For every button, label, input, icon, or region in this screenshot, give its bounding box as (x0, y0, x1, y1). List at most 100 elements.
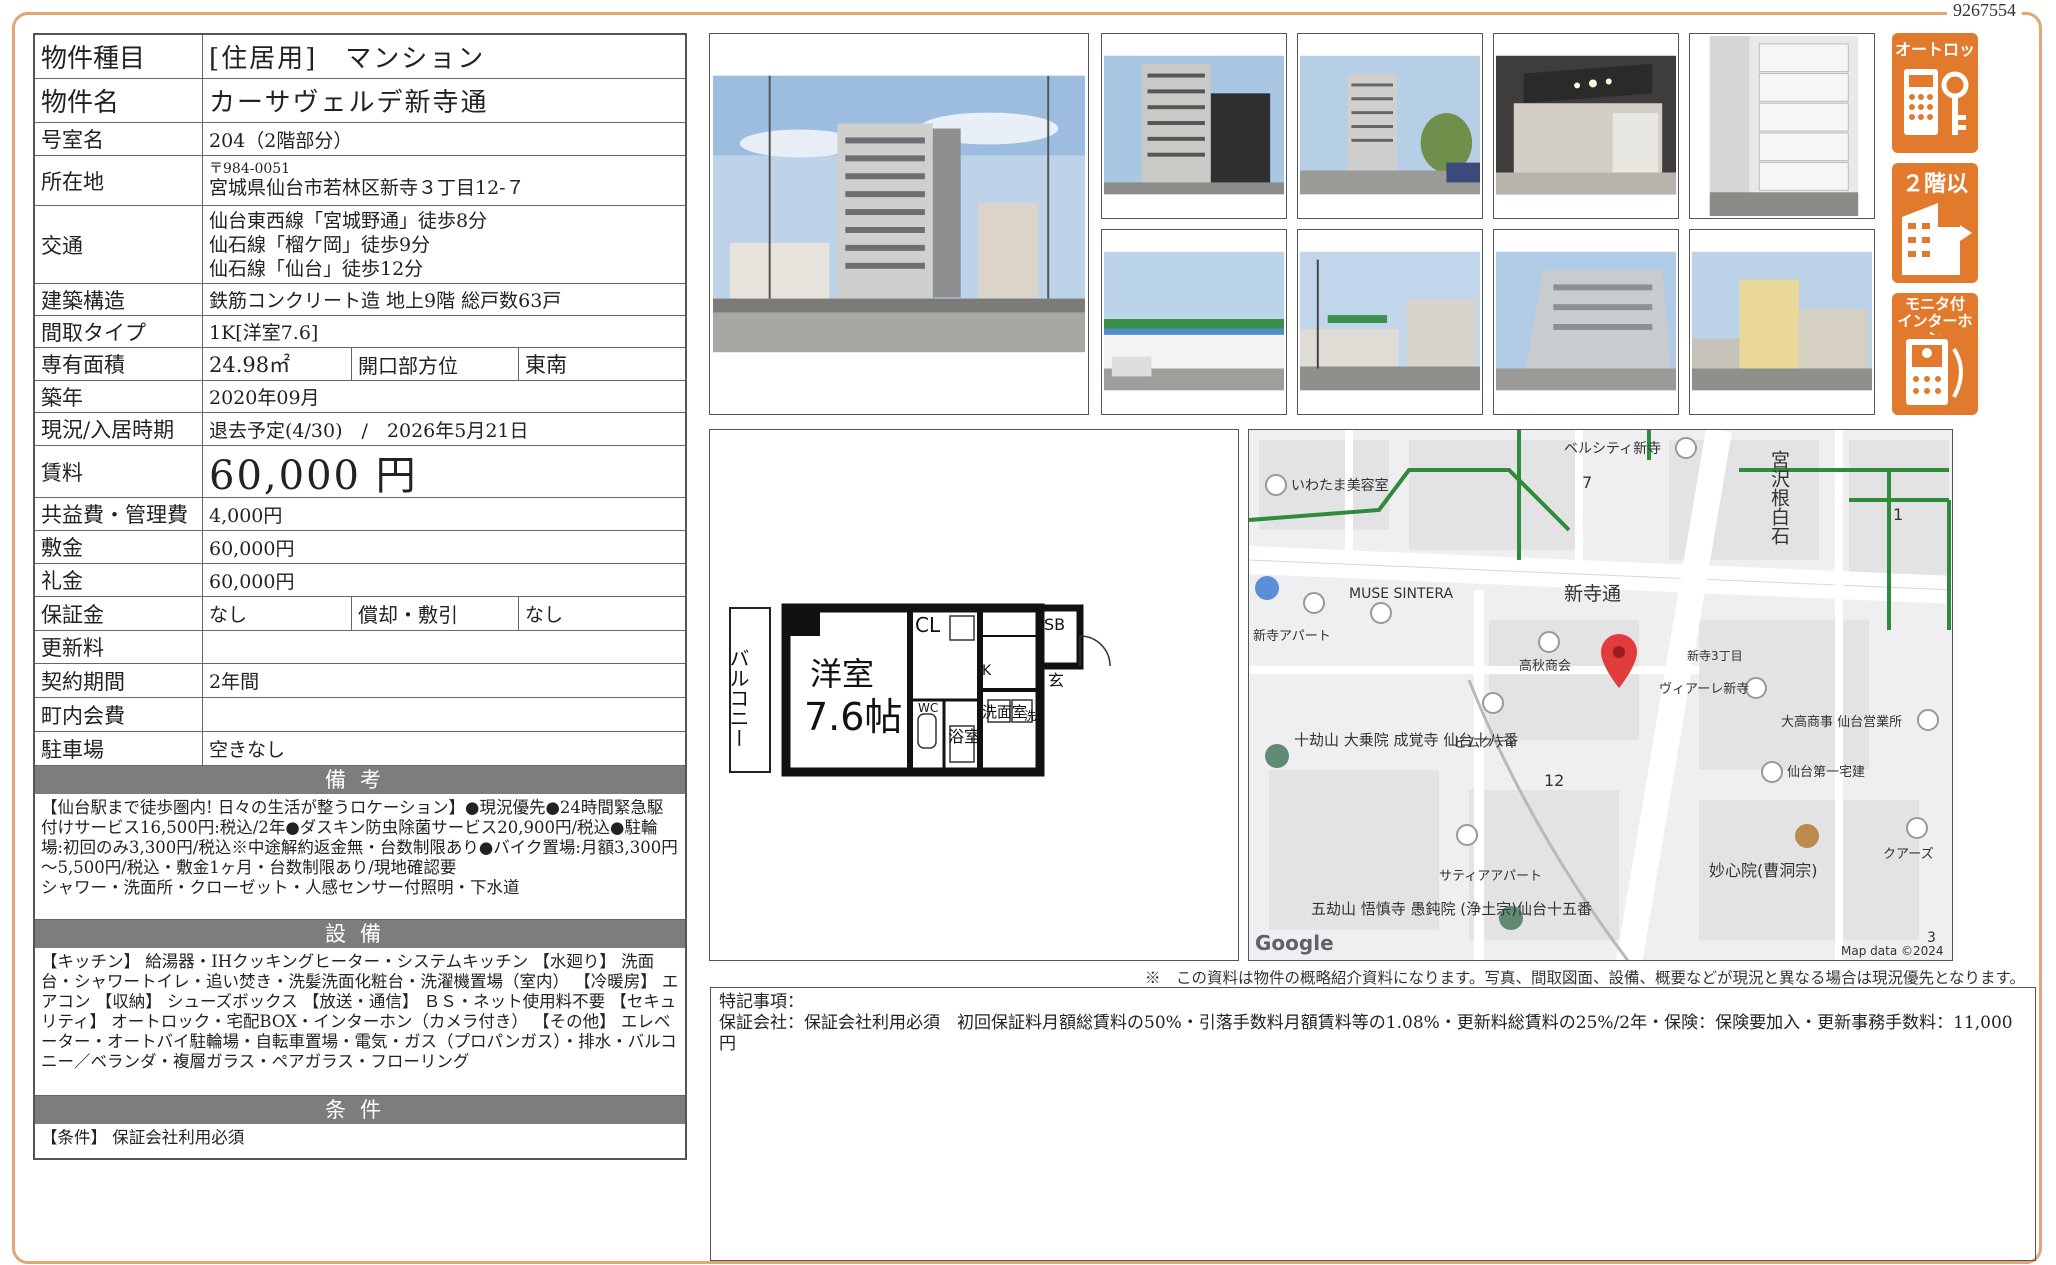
map-label-miyazawa: 宮沢根白石 (1768, 450, 1790, 545)
status-value: 退去予定(4/30) / 2026年5月21日 (209, 419, 529, 442)
conditions-body: 【条件】 保証会社利用必須 (41, 1128, 245, 1147)
row-status: 現況/入居時期 退去予定(4/30) / 2026年5月21日 (35, 413, 685, 446)
room-size: 7.6帖 (804, 695, 902, 739)
renewal-label: 更新料 (35, 631, 203, 663)
amortization-label: 償却・敷引 (351, 597, 519, 630)
room-value: 204（2階部分） (209, 129, 353, 152)
deposit-value: 60,000円 (209, 537, 295, 560)
floor-plan-panel: 洋室 7.6帖 バルコニー CL SB K 玄 洗面室 WC 浴室 洗 (709, 429, 1239, 961)
second-floor-badge: ２階以上 (1892, 163, 1978, 283)
parking-label: 駐車場 (35, 732, 203, 765)
row-rent: 賃料 60,000 円 (35, 446, 685, 499)
transport-line: 仙台東西線「宮城野通」徒歩8分 (209, 209, 488, 232)
floor-plan-drawing: 洋室 7.6帖 バルコニー CL SB K 玄 洗面室 WC 浴室 洗 (726, 603, 1111, 777)
row-guarantee: 保証金 なし 償却・敷引 なし (35, 597, 685, 631)
type-label: 物件種目 (35, 35, 203, 78)
sb-label: SB (1044, 615, 1065, 634)
equipment-header: 設備 (35, 920, 685, 948)
row-contract: 契約期間 2年間 (35, 664, 685, 698)
structure-label: 建築構造 (35, 284, 203, 315)
remarks-header: 備考 (35, 766, 685, 794)
renewal-value (203, 631, 685, 663)
property-info-table: 物件種目 [住居用] マンション 物件名 カーサヴェルデ新寺通 号室名 204（… (33, 33, 687, 1160)
map-label-daiichi: 仙台第一宅建 (1787, 765, 1865, 780)
contract-label: 契約期間 (35, 664, 203, 697)
map-label-villa: ヴィアーレ新寺 (1659, 681, 1749, 697)
intercom-icon (1898, 335, 1972, 409)
parking-value: 空きなし (209, 739, 286, 761)
google-logo: Google (1255, 931, 1334, 955)
amortization-value: なし (525, 604, 564, 626)
row-fee: 共益費・管理費 4,000円 (35, 498, 685, 531)
facing-label: 開口部方位 (351, 348, 519, 380)
built-value: 2020年09月 (209, 387, 320, 409)
remarks-text: 【仙台駅まで徒歩圏内! 日々の生活が整うロケーション】●現況優先●24時間緊急駆… (41, 798, 678, 877)
building-floor-icon (1898, 197, 1972, 277)
special-notes-title: 特記事項： (719, 992, 804, 1012)
document-id: 9267554 (1947, 0, 2022, 21)
address-text: 宮城県仙台市若林区新寺３丁目12-７ (209, 176, 525, 199)
commercial-building-photo (1493, 229, 1679, 415)
transport-label: 交通 (35, 206, 203, 283)
guarantee-value: なし (209, 604, 248, 626)
bath-label: 浴室 (948, 727, 980, 746)
map-block-12: 12 (1544, 771, 1564, 790)
map-label-takaaki: 高秋商会 (1519, 658, 1571, 674)
map-label-shintera3: 新寺3丁目 (1687, 648, 1743, 663)
conditions-header: 条件 (35, 1096, 685, 1124)
row-deposit: 敷金 60,000円 (35, 531, 685, 564)
special-notes-text: 保証会社：保証会社利用必須 初回保証料月額総賃料の50%・引落手数料月額賃料等の… (719, 1013, 2013, 1054)
row-area: 専有面積 24.98㎡ 開口部方位 東南 (35, 348, 685, 381)
row-built: 築年 2020年09月 (35, 381, 685, 413)
row-structure: 建築構造 鉄筋コンクリート造 地上9階 総戸数63戸 (35, 284, 685, 316)
row-room: 号室名 204（2階部分） (35, 123, 685, 156)
monitor-label: モニタ付 (1904, 295, 1965, 313)
area-map: ベルシティ新寺 いわたま美容室 MUSE SINTERA 新寺通 宮沢根白石 新… (1249, 430, 1952, 960)
row-name: 物件名 カーサヴェルデ新寺通 (35, 79, 685, 123)
type-value: [住居用] マンション (209, 44, 486, 74)
map-label-shinterapart: 新寺アパート (1253, 628, 1331, 644)
cl-label: CL (915, 613, 941, 637)
map-label-persity: ベルシティ新寺 (1564, 441, 1661, 457)
transport-line: 仙石線「仙台」徒歩12分 (209, 257, 424, 280)
building-exterior-photo (709, 33, 1089, 415)
monitor-intercom-badge: モニタ付 インターホン (1892, 293, 1978, 415)
autolock-icon (1898, 59, 1972, 147)
autolock-badge: オートロック (1892, 33, 1978, 153)
map-block-1: 1 (1893, 505, 1903, 524)
disclaimer-text: ※ この資料は物件の概略紹介資料になります。写真、間取図面、設備、概要などが現況… (1145, 969, 2025, 987)
rent-label: 賃料 (35, 446, 203, 497)
wc-label: WC (918, 701, 938, 715)
entrance-label: 玄 (1048, 671, 1064, 690)
map-label-shinteradori: 新寺通 (1564, 583, 1621, 605)
special-notes-box: 特記事項： 保証会社：保証会社利用必須 初回保証料月額総賃料の50%・引落手数料… (710, 987, 2036, 1261)
guarantee-label: 保証金 (35, 597, 203, 630)
washroom-label: 洗面室 (982, 703, 1027, 721)
map-label-iwatama: いわたま美容室 (1291, 477, 1389, 494)
map-block-3: 3 (1927, 930, 1936, 946)
layout-label: 間取タイプ (35, 316, 203, 347)
map-label-myoshin: 妙心院(曹洞宗) (1709, 861, 1818, 880)
map-data-credit: Map data ©2024 (1841, 944, 1944, 958)
map-block-7: 7 (1582, 473, 1592, 492)
fee-label: 共益費・管理費 (35, 498, 203, 530)
community-value (203, 698, 685, 731)
address-value: 〒984-0051 宮城県仙台市若林区新寺３丁目12-７ (203, 156, 685, 205)
row-type: 物件種目 [住居用] マンション (35, 35, 685, 79)
convenience-store-photo (1101, 229, 1287, 415)
fee-value: 4,000円 (209, 504, 283, 527)
community-label: 町内会費 (35, 698, 203, 731)
key-money-label: 礼金 (35, 564, 203, 596)
row-renewal: 更新料 (35, 631, 685, 664)
street-photo (1297, 229, 1483, 415)
laundry-label: 洗 (1024, 709, 1036, 723)
equipment-body: 【キッチン】 給湯器・IHクッキングヒーター・システムキッチン 【水廻り】 洗面… (35, 948, 685, 1096)
remarks-body: 【仙台駅まで徒歩圏内! 日々の生活が整うロケーション】●現況優先●24時間緊急駆… (35, 794, 685, 920)
address-label: 所在地 (35, 156, 203, 205)
row-community: 町内会費 (35, 698, 685, 732)
map-label-muse: MUSE SINTERA (1349, 586, 1454, 602)
row-key-money: 礼金 60,000円 (35, 564, 685, 597)
key-money-value: 60,000円 (209, 570, 295, 593)
building-photo-2 (1101, 33, 1287, 219)
area-value: 24.98㎡ (209, 353, 291, 377)
